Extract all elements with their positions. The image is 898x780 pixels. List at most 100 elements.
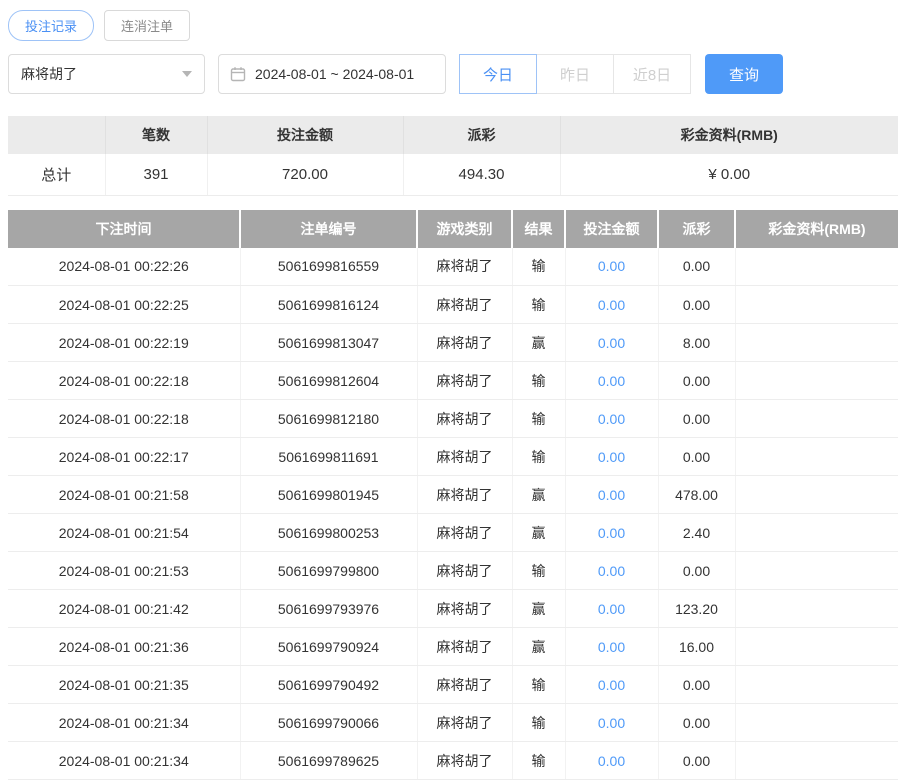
bet-time-cell: 2024-08-01 00:21:34 xyxy=(8,704,240,742)
bet-amount-cell: 0.00 xyxy=(565,248,658,286)
date-range-picker[interactable]: 2024-08-01 ~ 2024-08-01 xyxy=(218,54,446,94)
game-type-cell: 麻将胡了 xyxy=(417,324,512,362)
bet-amount-link[interactable]: 0.00 xyxy=(598,258,625,274)
table-row: 2024-08-01 00:21:355061699790492麻将胡了输0.0… xyxy=(8,666,898,704)
result-cell: 输 xyxy=(512,248,565,286)
table-row: 2024-08-01 00:22:185061699812180麻将胡了输0.0… xyxy=(8,400,898,438)
table-row: 2024-08-01 00:22:195061699813047麻将胡了赢0.0… xyxy=(8,324,898,362)
result-cell: 输 xyxy=(512,286,565,324)
summary-bet-amount-value: 720.00 xyxy=(207,154,403,195)
game-type-cell: 麻将胡了 xyxy=(417,248,512,286)
game-type-selected-value: 麻将胡了 xyxy=(21,64,77,84)
payout-cell: 0.00 xyxy=(658,362,735,400)
bet-amount-link[interactable]: 0.00 xyxy=(598,297,625,313)
records-header-row: 下注时间 注单编号 游戏类别 结果 投注金额 派彩 彩金资料(RMB) xyxy=(8,210,898,248)
order-id-cell: 5061699813047 xyxy=(240,324,417,362)
bet-time-cell: 2024-08-01 00:21:58 xyxy=(8,476,240,514)
summary-header-bet-amount: 投注金额 xyxy=(207,116,403,154)
summary-table: 笔数 投注金额 派彩 彩金资料(RMB) 总计 391 720.00 494.3… xyxy=(8,116,898,196)
bet-amount-link[interactable]: 0.00 xyxy=(598,487,625,503)
bonus-cell xyxy=(735,666,898,704)
bet-amount-link[interactable]: 0.00 xyxy=(598,677,625,693)
bonus-cell xyxy=(735,324,898,362)
game-type-cell: 麻将胡了 xyxy=(417,666,512,704)
bonus-cell xyxy=(735,742,898,780)
bet-amount-cell: 0.00 xyxy=(565,514,658,552)
game-type-select[interactable]: 麻将胡了 xyxy=(8,54,205,94)
bet-amount-cell: 0.00 xyxy=(565,362,658,400)
result-cell: 赢 xyxy=(512,628,565,666)
bet-amount-cell: 0.00 xyxy=(565,438,658,476)
result-cell: 输 xyxy=(512,400,565,438)
last-8-days-button[interactable]: 近8日 xyxy=(613,54,691,94)
result-cell: 输 xyxy=(512,704,565,742)
bet-amount-cell: 0.00 xyxy=(565,476,658,514)
header-bonus: 彩金资料(RMB) xyxy=(735,210,898,248)
table-row: 2024-08-01 00:22:255061699816124麻将胡了输0.0… xyxy=(8,286,898,324)
table-row: 2024-08-01 00:21:585061699801945麻将胡了赢0.0… xyxy=(8,476,898,514)
table-row: 2024-08-01 00:21:345061699789625麻将胡了输0.0… xyxy=(8,742,898,780)
bonus-cell xyxy=(735,704,898,742)
bet-time-cell: 2024-08-01 00:22:26 xyxy=(8,248,240,286)
bet-amount-link[interactable]: 0.00 xyxy=(598,335,625,351)
payout-cell: 0.00 xyxy=(658,248,735,286)
bonus-cell xyxy=(735,400,898,438)
bet-time-cell: 2024-08-01 00:21:36 xyxy=(8,628,240,666)
order-id-cell: 5061699816559 xyxy=(240,248,417,286)
records-table-body: 2024-08-01 00:22:265061699816559麻将胡了输0.0… xyxy=(8,248,898,780)
bet-time-cell: 2024-08-01 00:21:42 xyxy=(8,590,240,628)
bet-amount-link[interactable]: 0.00 xyxy=(598,601,625,617)
game-type-cell: 麻将胡了 xyxy=(417,286,512,324)
summary-count-value: 391 xyxy=(105,154,207,195)
bet-amount-cell: 0.00 xyxy=(565,286,658,324)
result-cell: 赢 xyxy=(512,514,565,552)
summary-bonus-value: ¥ 0.00 xyxy=(560,154,898,195)
table-row: 2024-08-01 00:22:265061699816559麻将胡了输 0.0… xyxy=(8,248,898,286)
table-row: 2024-08-01 00:21:365061699790924麻将胡了赢0.0… xyxy=(8,628,898,666)
order-id-cell: 5061699793976 xyxy=(240,590,417,628)
header-bet-time: 下注时间 xyxy=(8,210,240,248)
bet-amount-cell: 0.00 xyxy=(565,666,658,704)
result-cell: 输 xyxy=(512,742,565,780)
bonus-cell xyxy=(735,628,898,666)
payout-cell: 0.00 xyxy=(658,666,735,704)
search-button[interactable]: 查询 xyxy=(705,54,783,94)
betting-records-page: 投注记录 连消注单 麻将胡了 2024-08-01 ~ 2024-08-01 今… xyxy=(0,0,898,780)
bet-amount-link[interactable]: 0.00 xyxy=(598,525,625,541)
game-type-cell: 麻将胡了 xyxy=(417,362,512,400)
summary-header-count: 笔数 xyxy=(105,116,207,154)
bonus-cell xyxy=(735,552,898,590)
bet-amount-link[interactable]: 0.00 xyxy=(598,373,625,389)
bet-amount-link[interactable]: 0.00 xyxy=(598,753,625,769)
bet-amount-cell: 0.00 xyxy=(565,742,658,780)
game-type-cell: 麻将胡了 xyxy=(417,514,512,552)
summary-header-empty xyxy=(8,116,105,154)
yesterday-button[interactable]: 昨日 xyxy=(536,54,614,94)
payout-cell: 123.20 xyxy=(658,590,735,628)
tab-cancelled-orders[interactable]: 连消注单 xyxy=(104,10,190,41)
tab-betting-records[interactable]: 投注记录 xyxy=(8,10,94,41)
summary-header-row: 笔数 投注金额 派彩 彩金资料(RMB) xyxy=(8,116,898,154)
header-result: 结果 xyxy=(512,210,565,248)
today-button[interactable]: 今日 xyxy=(459,54,537,94)
bet-amount-link[interactable]: 0.00 xyxy=(598,639,625,655)
bonus-cell xyxy=(735,248,898,286)
game-type-cell: 麻将胡了 xyxy=(417,400,512,438)
bet-amount-link[interactable]: 0.00 xyxy=(598,715,625,731)
payout-cell: 0.00 xyxy=(658,552,735,590)
result-cell: 赢 xyxy=(512,590,565,628)
bet-amount-cell: 0.00 xyxy=(565,552,658,590)
bet-amount-link[interactable]: 0.00 xyxy=(598,449,625,465)
bet-amount-cell: 0.00 xyxy=(565,400,658,438)
quick-date-button-group: 今日 昨日 近8日 xyxy=(459,54,691,94)
bet-amount-link[interactable]: 0.00 xyxy=(598,411,625,427)
order-id-cell: 5061699790924 xyxy=(240,628,417,666)
order-id-cell: 5061699789625 xyxy=(240,742,417,780)
bet-amount-cell: 0.00 xyxy=(565,628,658,666)
bet-amount-link[interactable]: 0.00 xyxy=(598,563,625,579)
bonus-cell xyxy=(735,362,898,400)
summary-header-bonus: 彩金资料(RMB) xyxy=(560,116,898,154)
payout-cell: 0.00 xyxy=(658,286,735,324)
payout-cell: 16.00 xyxy=(658,628,735,666)
chevron-down-icon xyxy=(182,71,192,77)
